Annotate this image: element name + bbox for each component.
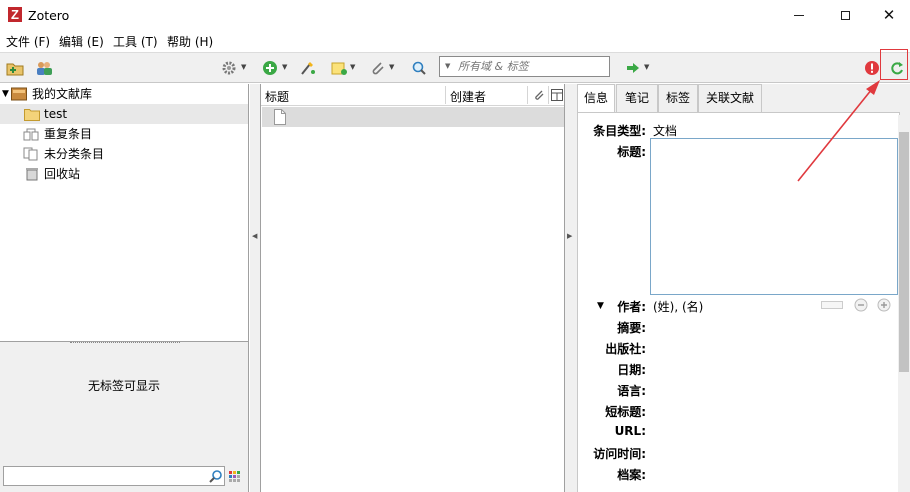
tab-notes[interactable]: 笔记 — [616, 84, 658, 112]
menu-file[interactable]: 文件 (F) — [6, 33, 50, 50]
toolbar: ▼ ▼ ▼ ▼ ▼ ▼ — [0, 52, 910, 83]
collection-label: 回收站 — [44, 167, 81, 181]
field-label-item-type: 条目类型: — [593, 124, 646, 138]
remove-creator-icon[interactable] — [854, 298, 868, 312]
close-button[interactable]: ✕ — [866, 0, 910, 30]
sync-highlight-box — [880, 49, 908, 80]
collections-pane: ▼ 我的文献库 test 重复条目 未分类条目 回收站 无标签可显示 — [0, 84, 249, 492]
locate-arrow-icon[interactable] — [624, 60, 642, 76]
maximize-button[interactable] — [822, 0, 868, 30]
search-icon — [209, 470, 222, 483]
tag-pane-splitter[interactable] — [0, 342, 248, 350]
collection-duplicates[interactable]: 重复条目 — [0, 124, 248, 144]
document-icon — [274, 109, 286, 125]
attachment-icon[interactable] — [369, 60, 387, 76]
field-label-publisher[interactable]: 出版社: — [578, 340, 646, 357]
item-pane: 信息 笔记 标签 关联文献 条目类型: 文档 标题: ▼ 作者: (姓), (名… — [574, 84, 910, 492]
title-bar — [0, 0, 910, 30]
right-pane-splitter[interactable]: ▶ — [565, 84, 574, 492]
new-note-dropdown-icon[interactable]: ▼ — [350, 63, 355, 71]
field-label-url[interactable]: URL: — [578, 424, 646, 438]
attachment-column-icon[interactable] — [533, 89, 545, 101]
field-label-author: 作者: — [617, 300, 646, 314]
column-divider[interactable] — [548, 86, 549, 104]
collapse-right-icon[interactable]: ▶ — [567, 232, 572, 240]
left-pane-splitter[interactable]: ◀ — [250, 84, 260, 492]
collection-label: test — [44, 107, 68, 121]
minimize-icon — [794, 15, 804, 16]
search-mode-dropdown-icon[interactable]: ▼ — [445, 62, 450, 70]
maximize-icon — [840, 11, 850, 20]
new-collection-icon[interactable] — [6, 60, 24, 76]
tab-tags[interactable]: 标签 — [658, 84, 698, 112]
creator-type-toggle[interactable] — [821, 301, 843, 309]
collection-label: 重复条目 — [44, 127, 93, 141]
tag-selector: 无标签可显示 — [0, 350, 248, 492]
menu-edit[interactable]: 编辑 (E) — [59, 33, 104, 50]
collection-label: 未分类条目 — [44, 147, 105, 161]
twisty-expanded-icon[interactable]: ▼ — [2, 84, 9, 104]
title-field[interactable] — [650, 138, 898, 295]
new-group-icon[interactable] — [35, 60, 53, 76]
trash-icon — [26, 168, 38, 181]
column-header-creator[interactable]: 创建者 — [450, 88, 486, 105]
search-input[interactable] — [458, 58, 606, 75]
tab-related[interactable]: 关联文献 — [698, 84, 762, 112]
collection-my-library[interactable]: ▼ 我的文献库 — [0, 84, 248, 104]
collection-label: 我的文献库 — [32, 87, 93, 101]
new-item-dropdown-icon[interactable]: ▼ — [282, 63, 287, 71]
column-divider[interactable] — [527, 86, 528, 104]
tag-filter-input[interactable] — [3, 466, 225, 486]
field-label-date[interactable]: 日期: — [578, 361, 646, 378]
field-label-short-title[interactable]: 短标题: — [578, 403, 646, 420]
window-title: Zotero — [28, 8, 70, 23]
duplicate-icon — [23, 128, 39, 141]
splitter-grip — [70, 342, 180, 346]
table-row[interactable] — [262, 107, 564, 127]
attachment-dropdown-icon[interactable]: ▼ — [389, 63, 394, 71]
unfiled-icon — [23, 147, 38, 161]
column-header-title[interactable]: 标题 — [265, 88, 289, 105]
field-label-abstract[interactable]: 摘要: — [578, 319, 646, 336]
column-divider[interactable] — [445, 86, 446, 104]
library-icon — [11, 87, 27, 101]
collection-unfiled[interactable]: 未分类条目 — [0, 144, 248, 164]
gear-dropdown-icon[interactable]: ▼ — [241, 63, 246, 71]
folder-icon — [24, 109, 40, 121]
locate-dropdown-icon[interactable]: ▼ — [644, 63, 649, 71]
menu-help[interactable]: 帮助 (H) — [167, 33, 213, 50]
minimize-button[interactable] — [776, 0, 822, 30]
new-item-icon[interactable] — [261, 60, 279, 76]
tab-info[interactable]: 信息 — [577, 84, 615, 112]
collapse-left-icon[interactable]: ◀ — [252, 232, 257, 240]
collection-tree: ▼ 我的文献库 test 重复条目 未分类条目 回收站 — [0, 84, 248, 342]
no-tags-message: 无标签可显示 — [87, 379, 160, 393]
field-label-accessed[interactable]: 访问时间: — [578, 445, 646, 462]
item-type-value[interactable]: 文档 — [653, 122, 677, 139]
advanced-search-icon[interactable] — [410, 60, 428, 76]
field-label-archive[interactable]: 档案: — [578, 466, 646, 483]
error-alert-icon[interactable] — [863, 60, 881, 76]
new-note-icon[interactable] — [330, 60, 348, 76]
gear-icon[interactable] — [220, 60, 238, 76]
menu-tools[interactable]: 工具 (T) — [113, 33, 158, 50]
tag-actions-icon[interactable] — [229, 471, 241, 483]
zotero-logo-icon: Z — [8, 7, 22, 22]
author-name-value[interactable]: (姓), (名) — [653, 298, 703, 315]
info-panel: 条目类型: 文档 标题: ▼ 作者: (姓), (名) 摘要: 出版社: 日期:… — [577, 112, 900, 492]
collection-test[interactable]: test — [0, 104, 248, 124]
close-icon: ✕ — [882, 6, 896, 24]
items-column-headers: 标题 创建者 — [261, 84, 564, 106]
scrollbar-thumb[interactable] — [899, 132, 909, 372]
search-box[interactable]: ▼ — [439, 56, 610, 77]
items-pane: 标题 创建者 — [260, 84, 565, 492]
column-picker-icon[interactable] — [551, 89, 563, 101]
menu-bar: 文件 (F) 编辑 (E) 工具 (T) 帮助 (H) — [0, 30, 910, 52]
field-label-language[interactable]: 语言: — [578, 382, 646, 399]
add-creator-icon[interactable] — [877, 298, 891, 312]
add-by-identifier-icon[interactable] — [299, 60, 317, 76]
collection-trash[interactable]: 回收站 — [0, 164, 248, 184]
field-label-title: 标题: — [617, 145, 646, 159]
